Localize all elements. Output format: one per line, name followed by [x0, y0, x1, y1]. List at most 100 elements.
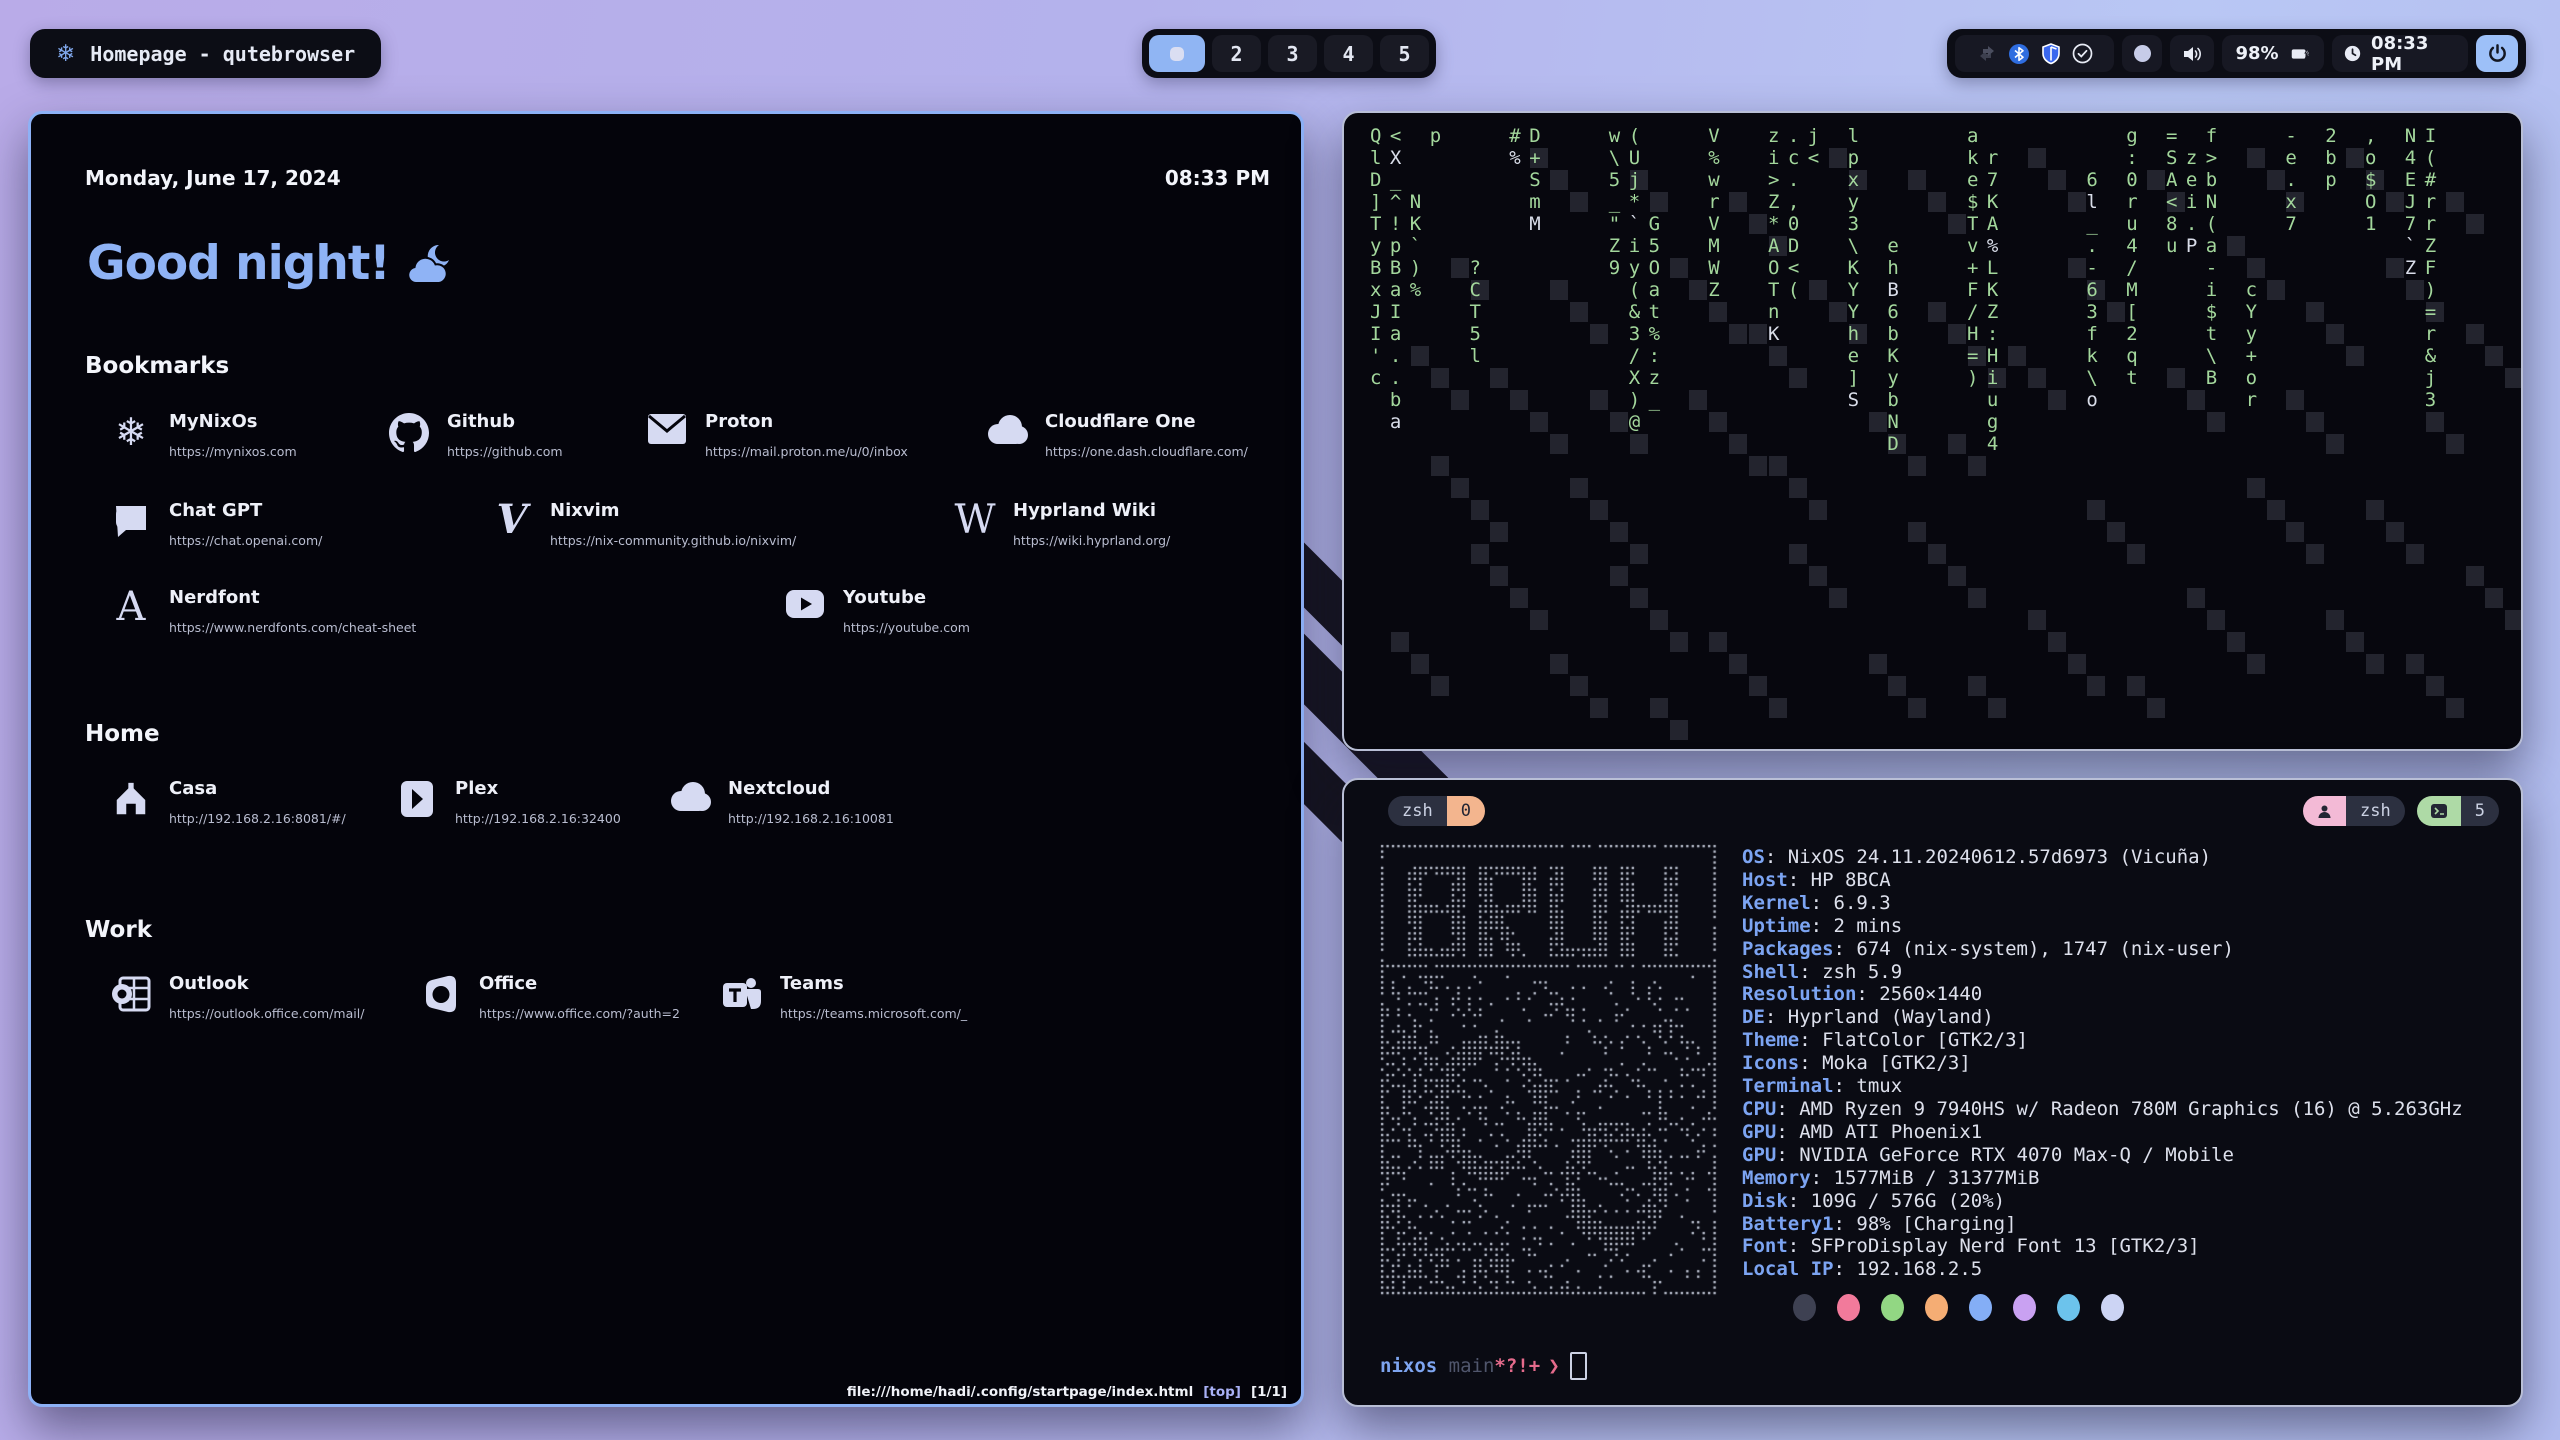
bookmark-title: Casa: [169, 780, 346, 798]
nix-logo-icon: ❄: [56, 41, 75, 67]
matrix-glyph: N: [2405, 125, 2416, 147]
bookmark-url: https://wiki.hyprland.org/: [1013, 533, 1170, 548]
bookmark-title: Proton: [705, 413, 908, 431]
bookmark-title: Github: [447, 413, 563, 431]
bookmark-github[interactable]: Githubhttps://github.com: [387, 413, 563, 459]
fastfetch-label: OS: [1742, 846, 1765, 868]
matrix-trail-block: [2485, 588, 2503, 608]
bookmark-cloudflare-one[interactable]: Cloudflare Onehttps://one.dash.cloudflar…: [985, 413, 1248, 459]
matrix-trail-block: [2386, 522, 2404, 542]
matrix-glyph: #: [1509, 125, 1520, 147]
tmux-session-badge[interactable]: zsh0: [1388, 796, 1485, 826]
fastfetch-line: Disk: 109G / 576G (20%): [1742, 1190, 2463, 1213]
clock-segment[interactable]: 08:33 PM: [2332, 35, 2468, 72]
matrix-trail-block: [1729, 324, 1747, 344]
fastfetch-label: DE: [1742, 1006, 1765, 1028]
status-dot-segment[interactable]: [2122, 35, 2162, 72]
palette-dot-5: [2013, 1294, 2036, 1321]
bookmark-nerdfont[interactable]: ANerdfonthttps://www.nerdfonts.com/cheat…: [109, 589, 416, 635]
bookmark-proton[interactable]: Protonhttps://mail.proton.me/u/0/inbox: [645, 413, 908, 459]
matrix-trail-block: [1451, 258, 1469, 278]
bookmark-casa[interactable]: Casahttp://192.168.2.16:8081/#/: [109, 780, 346, 826]
matrix-glyph: T: [1370, 213, 1381, 235]
matrix-glyph: :: [1987, 323, 1998, 345]
matrix-glyph: e: [1848, 345, 1859, 367]
bookmark-office[interactable]: Officehttps://www.office.com/?auth=2: [419, 975, 680, 1021]
matrix-trail-block: [1709, 412, 1727, 432]
matrix-glyph: &: [1629, 301, 1640, 323]
workspace-5[interactable]: 5: [1380, 35, 1429, 72]
matrix-glyph: O: [1768, 257, 1779, 279]
bookmark-title: MyNixOs: [169, 413, 297, 431]
workspace-1[interactable]: [1149, 35, 1205, 72]
matrix-glyph: #: [2425, 169, 2436, 191]
bookmark-mynixos[interactable]: ❄MyNixOshttps://mynixos.com: [109, 413, 297, 459]
matrix-glyph: Q: [1370, 125, 1381, 147]
matrix-glyph: 5: [1470, 323, 1481, 345]
bookmark-nextcloud[interactable]: Nextcloudhttp://192.168.2.16:10081: [668, 780, 894, 826]
matrix-glyph: 0: [1788, 213, 1799, 235]
matrix-trail-block: [1451, 390, 1469, 410]
matrix-glyph: \: [1609, 147, 1620, 169]
matrix-trail-block: [1829, 588, 1847, 608]
bookmark-title: Cloudflare One: [1045, 413, 1248, 431]
matrix-glyph: a: [1967, 125, 1978, 147]
matrix-glyph: r: [2425, 191, 2436, 213]
fastfetch-line: CPU: AMD Ryzen 9 7940HS w/ Radeon 780M G…: [1742, 1098, 2463, 1121]
matrix-trail-block: [1471, 544, 1489, 564]
matrix-glyph: o: [2246, 367, 2257, 389]
matrix-trail-block: [1650, 610, 1668, 630]
tray-icons-group[interactable]: [1955, 35, 2114, 72]
matrix-trail-block: [1769, 456, 1787, 476]
matrix-glyph: _: [1649, 389, 1660, 411]
matrix-glyph: e: [2285, 147, 2296, 169]
shell-prompt[interactable]: nixos main *?!+ ❯: [1380, 1352, 1587, 1380]
matrix-glyph: B: [2206, 367, 2217, 389]
bookmark-text: Nerdfonthttps://www.nerdfonts.com/cheat-…: [169, 589, 416, 635]
bookmark-outlook[interactable]: Outlookhttps://outlook.office.com/mail/: [109, 975, 364, 1021]
matrix-terminal-window[interactable]: QlD]TyBxJI'c<X_^!pBaIa..baNK`)%p?CT5l#%D…: [1342, 111, 2523, 751]
tmux-badge-label: zsh: [2346, 796, 2405, 826]
active-window-title-pill[interactable]: ❄ Homepage - qutebrowser: [30, 29, 381, 78]
matrix-trail-block: [2267, 500, 2285, 520]
battery-segment[interactable]: 98%: [2222, 35, 2324, 72]
matrix-trail-block: [1948, 324, 1966, 344]
matrix-glyph: Z: [1768, 191, 1779, 213]
matrix-trail-block: [2326, 610, 2344, 630]
matrix-trail-block: [2426, 412, 2444, 432]
matrix-glyph: W: [1708, 257, 1719, 279]
matrix-glyph: 6: [1887, 301, 1898, 323]
fastfetch-label: Memory: [1742, 1167, 1811, 1189]
bookmark-plex[interactable]: Plexhttp://192.168.2.16:32400: [395, 780, 621, 826]
fastfetch-line: Memory: 1577MiB / 31377MiB: [1742, 1167, 2463, 1190]
matrix-glyph: ,: [1788, 191, 1799, 213]
bookmark-youtube[interactable]: Youtubehttps://youtube.com: [783, 589, 970, 635]
matrix-glyph: X: [1390, 147, 1401, 169]
power-button[interactable]: [2476, 35, 2518, 72]
volume-segment[interactable]: [2170, 35, 2214, 72]
workspace-4[interactable]: 4: [1324, 35, 1373, 72]
matrix-glyph: N: [1887, 411, 1898, 433]
fastfetch-terminal-window[interactable]: zsh0 zsh5 OS: NixOS 24.11.20240612.57d69…: [1342, 778, 2523, 1407]
matrix-trail-block: [1590, 390, 1608, 410]
matrix-glyph: 8: [2166, 213, 2177, 235]
bookmark-chat-gpt[interactable]: Chat GPThttps://chat.openai.com/: [109, 502, 322, 548]
matrix-glyph: a: [2206, 235, 2217, 257]
matrix-trail-block: [1570, 192, 1588, 212]
bookmark-hyprland-wiki[interactable]: WHyprland Wikihttps://wiki.hyprland.org/: [953, 502, 1170, 548]
bookmark-nixvim[interactable]: VNixvimhttps://nix-community.github.io/n…: [490, 502, 796, 548]
matrix-trail-block: [1908, 170, 1926, 190]
matrix-trail-block: [1630, 434, 1648, 454]
matrix-glyph: C: [1470, 279, 1481, 301]
workspace-3[interactable]: 3: [1268, 35, 1317, 72]
matrix-trail-block: [1908, 698, 1926, 718]
fastfetch-line: Battery1: 98% [Charging]: [1742, 1213, 2463, 1236]
bookmark-teams[interactable]: Teamshttps://teams.microsoft.com/_: [720, 975, 967, 1021]
matrix-glyph: 1: [2365, 213, 2376, 235]
matrix-glyph: K: [1410, 213, 1421, 235]
workspace-2[interactable]: 2: [1212, 35, 1261, 72]
matrix-glyph: t: [2126, 367, 2137, 389]
bookmark-text: Nixvimhttps://nix-community.github.io/ni…: [550, 502, 796, 548]
matrix-glyph: \: [2086, 367, 2097, 389]
matrix-glyph: :: [1649, 345, 1660, 367]
